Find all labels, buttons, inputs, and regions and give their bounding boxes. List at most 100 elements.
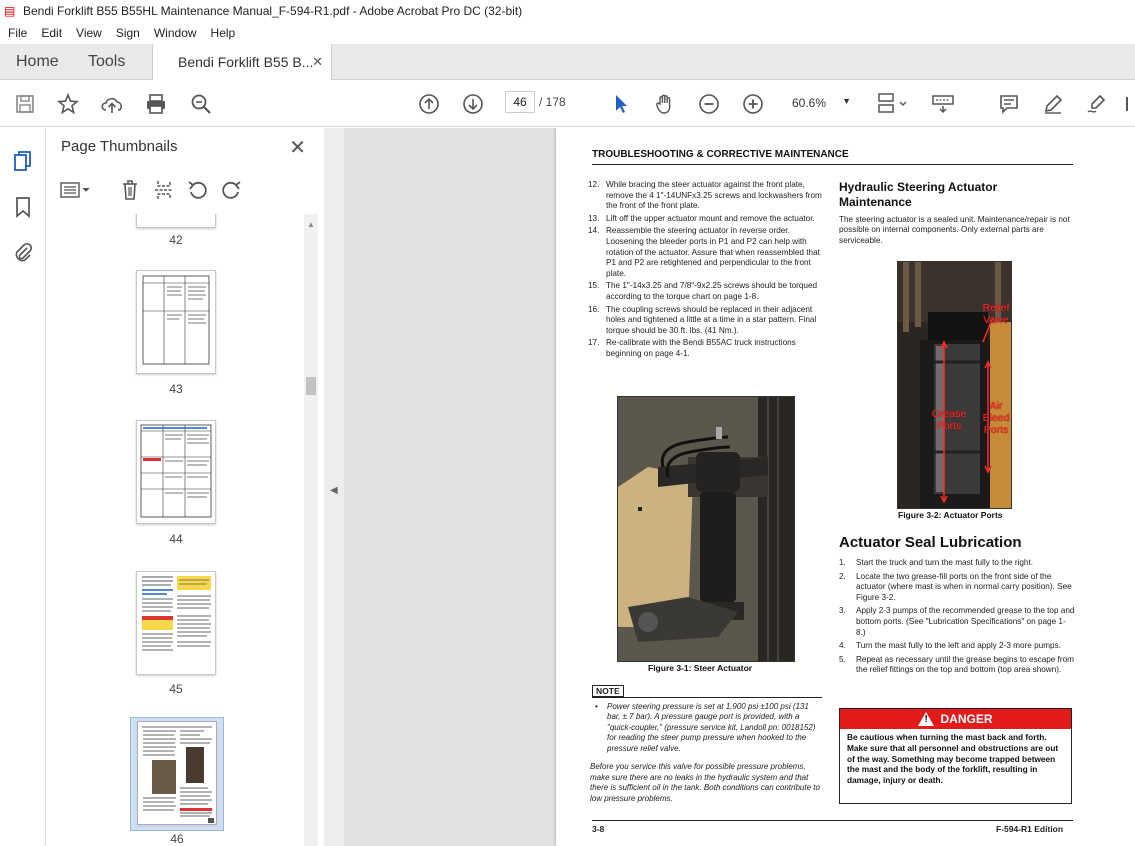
menu-bar: File Edit View Sign Window Help <box>0 22 1135 44</box>
acrobat-icon: ▤ <box>4 4 16 18</box>
step-text: Start the truck and turn the mast fully … <box>856 558 1034 567</box>
thumbnail-options-icon[interactable] <box>60 178 90 202</box>
menu-sign[interactable]: Sign <box>116 26 140 40</box>
figure-caption: Figure 3-1: Steer Actuator <box>648 663 753 673</box>
page-thumbnail-44[interactable] <box>136 420 216 524</box>
thumbnail-label: 44 <box>169 532 183 546</box>
lubrication-steps: 1. Start the truck and turn the mast full… <box>839 558 1075 679</box>
page-thumbnail-43[interactable] <box>136 270 216 374</box>
bookmarks-icon[interactable] <box>10 194 36 220</box>
page-fit-icon[interactable] <box>876 91 910 117</box>
step-text: Reassemble the steering actuator in reve… <box>606 226 820 278</box>
list-item: 5. Repeat as necessary until the grease b… <box>839 655 1075 676</box>
list-item: 12. While bracing the steer actuator agai… <box>588 180 826 212</box>
upload-cloud-icon[interactable] <box>99 91 125 117</box>
previous-page-icon[interactable] <box>416 91 442 117</box>
left-rail <box>0 128 46 846</box>
list-item: 16. The coupling screws should be replace… <box>588 305 826 337</box>
tab-document-label: Bendi Forklift B55 B... <box>178 54 314 70</box>
header-rule <box>592 164 1073 165</box>
close-icon[interactable]: ✕ <box>289 135 306 160</box>
collapse-arrow-icon[interactable]: ◀ <box>330 485 338 496</box>
sign-pen-icon[interactable] <box>1084 91 1110 117</box>
highlight-pen-icon[interactable] <box>1040 91 1066 117</box>
note-text: Power steering pressure is set at 1,900 … <box>607 702 816 753</box>
menu-window[interactable]: Window <box>154 26 197 40</box>
rotate-counterclockwise-icon[interactable] <box>187 178 209 202</box>
menu-edit[interactable]: Edit <box>41 26 62 40</box>
edition-label: F-594-R1 Edition <box>996 824 1064 834</box>
page-thumbnail-45[interactable] <box>136 571 216 675</box>
list-item: 17. Re-calibrate with the Bendi B55AC tru… <box>588 338 826 359</box>
footer-rule <box>592 820 1073 821</box>
step-text: The coupling screws should be replaced i… <box>606 304 817 335</box>
scroll-up-arrow-icon[interactable]: ▲ <box>307 220 315 229</box>
danger-title: DANGER <box>940 712 993 726</box>
more-tools-icon[interactable] <box>1122 91 1135 117</box>
menu-help[interactable]: Help <box>211 26 236 40</box>
attachments-icon[interactable] <box>10 240 36 266</box>
step-number: 14. <box>588 226 600 236</box>
extract-pages-icon[interactable] <box>154 178 174 202</box>
scrollbar-thumb[interactable] <box>306 377 316 395</box>
thumbnail-scrollbar[interactable]: ▲ <box>304 214 318 846</box>
thumbnail-label: 42 <box>169 233 183 247</box>
comment-icon[interactable] <box>996 91 1022 117</box>
step-number: 16. <box>588 304 600 314</box>
step-text: Lift off the upper actuator mount and re… <box>606 213 815 223</box>
tab-document[interactable]: Bendi Forklift B55 B... ✕ <box>152 44 332 80</box>
page-thumbnails-icon[interactable] <box>10 148 36 174</box>
list-item: 1. Start the truck and turn the mast full… <box>839 558 1075 569</box>
note-paragraph: Before you service this valve for possib… <box>590 762 820 803</box>
page-thumbnail-42[interactable] <box>136 214 216 228</box>
thumbnail-label: 46 <box>170 832 184 846</box>
page-thumbnail-46[interactable] <box>137 721 217 825</box>
actuator-ports-photo: Relief Valve Grease Ports Air Bleed Port… <box>897 261 1012 509</box>
zoom-out-icon[interactable] <box>696 91 722 117</box>
step-number: 5. <box>839 654 846 664</box>
section-heading: Hydraulic Steering Actuator Maintenance <box>839 180 998 209</box>
keyboard-tools-icon[interactable] <box>930 91 956 117</box>
note-label: NOTE <box>592 685 624 697</box>
zoom-search-icon[interactable] <box>188 91 214 117</box>
delete-trash-icon[interactable] <box>120 178 140 202</box>
warning-triangle-icon: ! <box>918 712 935 726</box>
menu-view[interactable]: View <box>76 26 102 40</box>
thumbnail-label: 43 <box>169 382 183 396</box>
page-number-input[interactable]: 46 <box>505 91 535 113</box>
panel-collapse-bar[interactable]: ◀ <box>324 128 344 846</box>
menu-file[interactable]: File <box>8 26 27 40</box>
close-tab-icon[interactable]: ✕ <box>312 54 323 70</box>
step-text: Turn the mast fully to the left and appl… <box>856 641 1061 651</box>
zoom-in-icon[interactable] <box>740 91 766 117</box>
tab-tools[interactable]: Tools <box>88 44 125 80</box>
select-cursor-icon[interactable] <box>608 91 634 117</box>
title-bar: ▤ Bendi Forklift B55 B55HL Maintenance M… <box>0 0 1135 22</box>
list-item: 14. Reassemble the steering actuator in r… <box>588 226 826 279</box>
step-number: 2. <box>839 571 846 581</box>
hand-tool-icon[interactable] <box>652 91 678 117</box>
step-number: 17. <box>588 338 600 348</box>
window-title: Bendi Forklift B55 B55HL Maintenance Man… <box>23 4 523 18</box>
danger-box: ! DANGER Be cautious when turning the ma… <box>839 708 1072 804</box>
step-number: 3. <box>839 606 846 616</box>
list-item: 13. Lift off the upper actuator mount and… <box>588 214 826 225</box>
danger-header: ! DANGER <box>840 709 1071 729</box>
list-item: 2. Locate the two grease-fill ports on th… <box>839 572 1075 604</box>
pdf-page: TROUBLESHOOTING & CORRECTIVE MAINTENANCE… <box>556 128 1135 846</box>
bookmark-star-icon[interactable] <box>55 91 81 117</box>
zoom-value: 60.6% <box>792 96 827 110</box>
list-item: 15. The 1"-14x3.25 and 7/8"-9x2.25 screws… <box>588 281 826 302</box>
step-text: Re-calibrate with the Bendi B55AC truck … <box>606 338 796 358</box>
tab-home[interactable]: Home <box>16 44 59 80</box>
tab-bar: Home Tools Bendi Forklift B55 B... ✕ <box>0 44 1135 80</box>
step-number: 1. <box>839 558 846 567</box>
next-page-icon[interactable] <box>460 91 486 117</box>
rotate-clockwise-icon[interactable] <box>220 178 242 202</box>
zoom-select[interactable]: 60.6% ▼ <box>783 91 859 115</box>
panel-title: Page Thumbnails <box>61 138 178 155</box>
steer-actuator-photo <box>617 396 795 662</box>
print-icon[interactable] <box>143 91 169 117</box>
save-icon[interactable] <box>12 91 38 117</box>
thumbnails-panel: Page Thumbnails ✕ 42 43 44 45 46 ▲ <box>46 128 324 846</box>
